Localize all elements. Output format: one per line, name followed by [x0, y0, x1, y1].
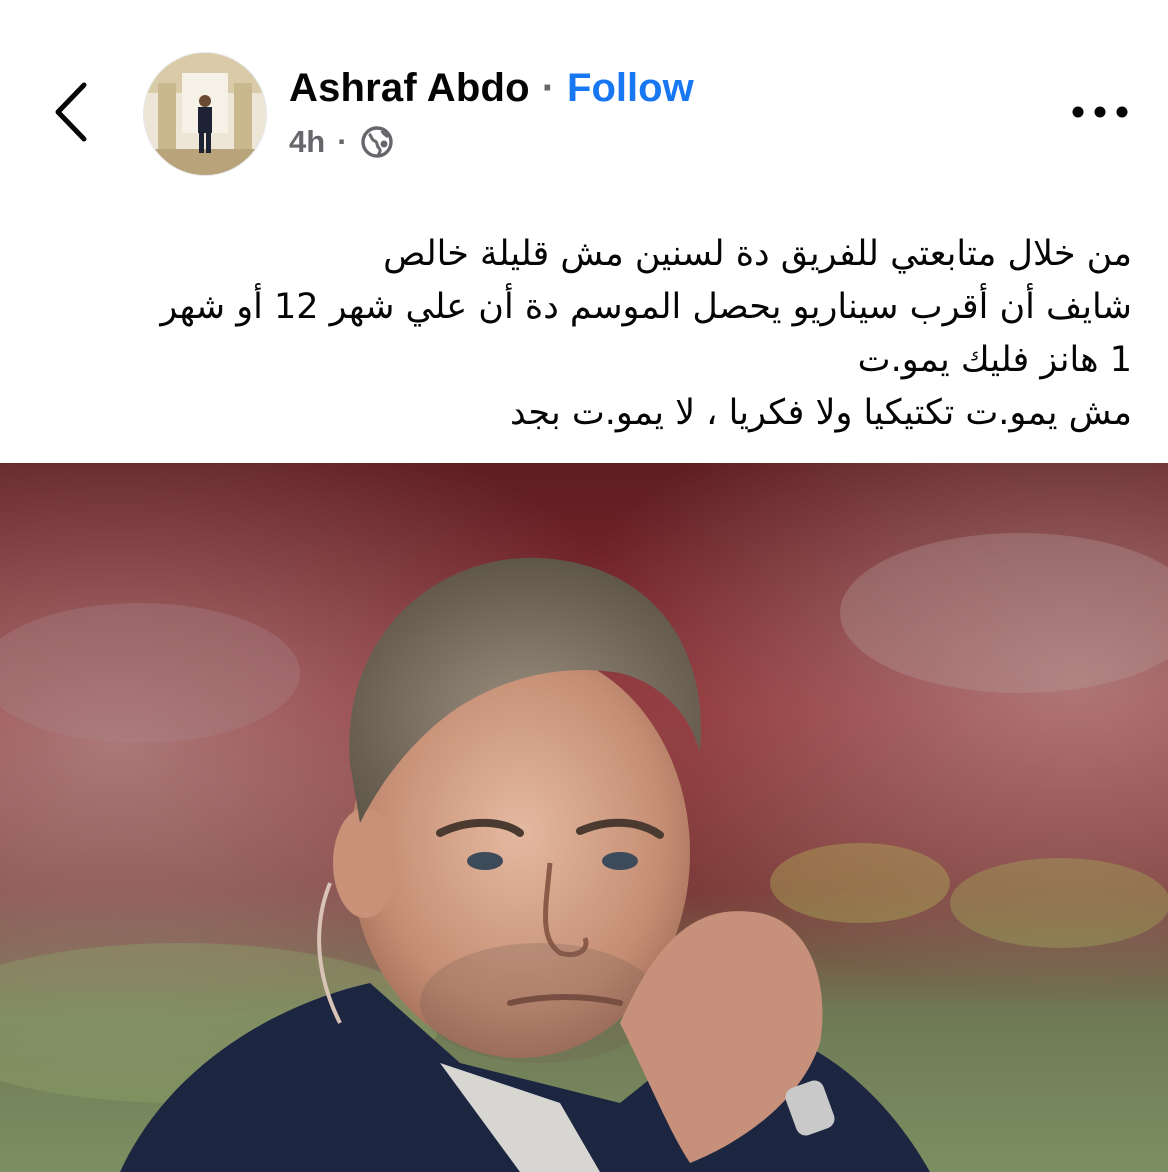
photo-illustration: [0, 463, 1168, 1172]
post-time[interactable]: 4h: [289, 120, 325, 164]
post-page: Ashraf Abdo · Follow 4h · من خلال متابعت…: [0, 0, 1168, 1172]
more-horizontal-icon: [1072, 106, 1128, 118]
post-line-2: شايف أن أقرب سيناريو يحصل الموسم دة أن ع…: [160, 287, 1132, 327]
avatar-image: [144, 53, 266, 175]
post-text: من خلال متابعتي للفريق دة لسنين مش قليلة…: [32, 228, 1132, 440]
meta-separator: ·: [337, 124, 348, 159]
chevron-left-icon: [55, 82, 87, 142]
name-separator: ·: [541, 66, 556, 110]
globe-icon: [360, 126, 393, 158]
author-name[interactable]: Ashraf Abdo: [289, 64, 530, 112]
author-name-row: Ashraf Abdo · Follow: [289, 64, 694, 112]
follow-button[interactable]: Follow: [567, 64, 694, 112]
post-meta: 4h ·: [289, 120, 394, 164]
post-line-1: من خلال متابعتي للفريق دة لسنين مش قليلة…: [383, 234, 1132, 274]
post-line-3: 1 هانز فليك يمو.ت: [857, 340, 1132, 380]
more-options-button[interactable]: [1062, 88, 1138, 136]
post-line-4: مش يمو.ت تكتيكيا ولا فكريا ، لا يمو.ت بج…: [510, 393, 1132, 433]
back-button[interactable]: [42, 72, 102, 152]
author-avatar[interactable]: [143, 52, 267, 176]
post-photo[interactable]: [0, 463, 1168, 1172]
